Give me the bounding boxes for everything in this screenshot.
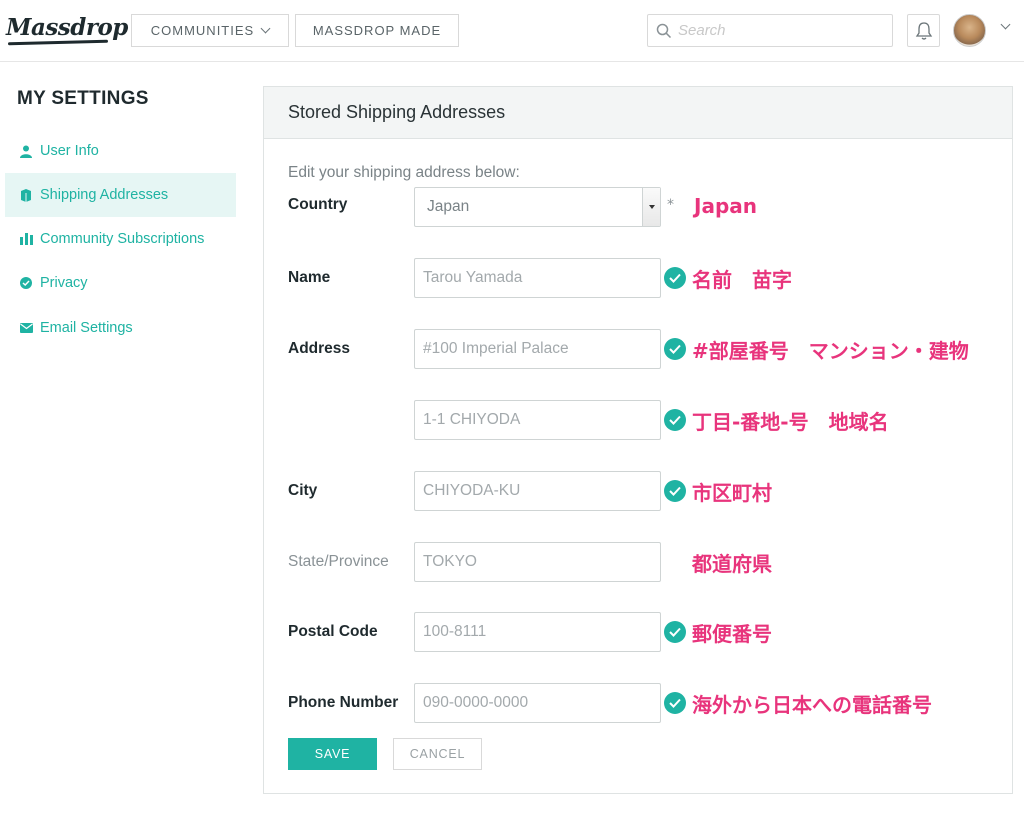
massdrop-made-button[interactable]: MASSDROP MADE: [295, 14, 459, 47]
sidebar-item-shipping-addresses[interactable]: Shipping Addresses: [5, 173, 236, 217]
valid-check-icon: [664, 338, 686, 360]
save-button[interactable]: SAVE: [288, 738, 377, 770]
city-field[interactable]: [414, 471, 661, 511]
chevron-down-icon: [260, 23, 271, 34]
sidebar-title: MY SETTINGS: [17, 88, 149, 109]
communities-menu-button[interactable]: COMMUNITIES: [131, 14, 289, 47]
address-line1-input[interactable]: [423, 340, 660, 358]
notifications-button[interactable]: [907, 14, 940, 47]
panel-title: Stored Shipping Addresses: [264, 87, 1012, 139]
valid-check-icon: [664, 692, 686, 714]
phone-number-annotation: 海外から日本への電話番号: [692, 693, 932, 717]
sidebar-item-privacy[interactable]: Privacy: [5, 261, 236, 305]
sidebar-item-label: User Info: [40, 143, 99, 159]
user-avatar[interactable]: [953, 14, 986, 47]
valid-check-icon: [664, 480, 686, 502]
shipping-address-panel: Stored Shipping Addresses Edit your ship…: [263, 86, 1013, 794]
country-label: Country: [288, 196, 348, 213]
dropdown-arrow-icon[interactable]: [642, 188, 660, 226]
massdrop-logo[interactable]: Massdrop: [6, 14, 128, 41]
city-input[interactable]: [423, 482, 660, 500]
postal-code-field[interactable]: [414, 612, 661, 652]
communities-label: COMMUNITIES: [150, 23, 255, 38]
envelope-icon: [19, 321, 33, 335]
state-label: State/Province: [288, 553, 389, 570]
address-line2-annotation: 丁目-番地-号 地域名: [692, 410, 889, 434]
user-icon: [19, 144, 33, 158]
country-annotation: Japan: [694, 194, 757, 218]
sidebar-item-label: Shipping Addresses: [40, 187, 169, 203]
box-icon: [19, 188, 33, 202]
address-label: Address: [288, 340, 351, 357]
sidebar-item-label: Privacy: [40, 275, 88, 291]
top-navigation-bar: Massdrop COMMUNITIES MASSDROP MADE: [0, 0, 1024, 62]
chevron-down-icon[interactable]: [1000, 19, 1011, 30]
phone-number-input[interactable]: [423, 694, 660, 712]
name-field[interactable]: [414, 258, 661, 298]
cancel-button[interactable]: CANCEL: [393, 738, 482, 770]
name-input[interactable]: [423, 269, 660, 287]
massdrop-made-label: MASSDROP MADE: [312, 23, 442, 38]
required-asterisk: *: [667, 197, 674, 213]
country-selected-value: Japan: [427, 198, 470, 215]
address-line1-annotation: #部屋番号 マンション・建物: [692, 339, 969, 363]
address-line2-input[interactable]: [423, 411, 660, 429]
name-label: Name: [288, 269, 331, 286]
postal-code-label: Postal Code: [288, 623, 378, 640]
sidebar-item-user-info[interactable]: User Info: [5, 129, 236, 173]
search-icon: [656, 23, 672, 38]
state-input[interactable]: [423, 553, 660, 571]
valid-check-icon: [664, 621, 686, 643]
phone-number-label: Phone Number: [288, 694, 399, 711]
state-field[interactable]: [414, 542, 661, 582]
bar-chart-icon: [19, 232, 33, 246]
sidebar-item-label: Community Subscriptions: [40, 231, 205, 247]
country-select[interactable]: Japan: [414, 187, 661, 227]
valid-check-icon: [664, 409, 686, 431]
check-circle-icon: [19, 276, 33, 290]
postal-code-input[interactable]: [423, 623, 660, 641]
sidebar-item-label: Email Settings: [40, 320, 133, 336]
sidebar-item-email-settings[interactable]: Email Settings: [5, 306, 236, 350]
search-input[interactable]: [678, 22, 878, 39]
postal-code-annotation: 郵便番号: [692, 622, 772, 646]
address-line2-field[interactable]: [414, 400, 661, 440]
city-annotation: 市区町村: [692, 481, 772, 505]
state-annotation: 都道府県: [692, 552, 772, 576]
city-label: City: [288, 482, 318, 499]
form-instructions: Edit your shipping address below:: [288, 164, 520, 181]
address-line1-field[interactable]: [414, 329, 661, 369]
phone-number-field[interactable]: [414, 683, 661, 723]
sidebar-item-community-subscriptions[interactable]: Community Subscriptions: [5, 217, 236, 261]
valid-check-icon: [664, 267, 686, 289]
search-box[interactable]: [647, 14, 893, 47]
bell-icon: [915, 21, 932, 40]
name-annotation: 名前 苗字: [692, 268, 792, 292]
